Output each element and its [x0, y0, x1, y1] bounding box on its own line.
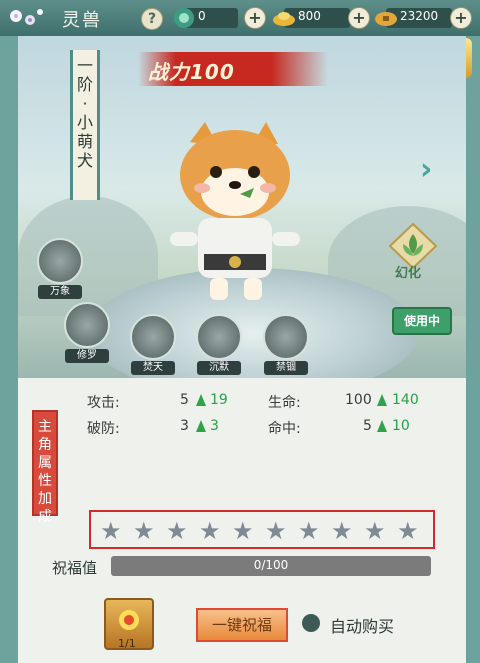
skill-slot-3[interactable]: [130, 314, 176, 360]
morph-label[interactable]: 幻化: [395, 262, 421, 281]
resource-copper: 23200 +: [374, 7, 474, 29]
stat-value: 5: [363, 418, 372, 434]
skill-label: 禁锢: [264, 361, 308, 375]
power-banner: 战力100: [138, 52, 328, 86]
add-jade-button[interactable]: +: [244, 7, 266, 29]
resource-gold: 800 +: [272, 7, 372, 29]
resource-jade: 0 +: [172, 7, 266, 29]
upgrade-arrow-icon: [377, 420, 387, 432]
upgrade-arrow-icon: [377, 394, 387, 406]
stat-next-value: 19: [210, 392, 228, 408]
one-click-bless-button[interactable]: 一键祝福: [196, 608, 288, 642]
resource-value: 800: [298, 9, 321, 23]
jade-orb-icon: [174, 8, 194, 28]
skill-slot-4[interactable]: [196, 314, 242, 360]
top-bar: 灵兽 ? 0 + 800 + 23200 +: [0, 0, 480, 38]
attribute-section-tag: 主角属性加成: [32, 410, 58, 525]
blessing-label: 祝福值: [52, 559, 98, 577]
stat-label: 攻击:: [87, 395, 120, 411]
resource-value: 0: [198, 9, 206, 23]
star-icon: ★: [298, 517, 320, 545]
star-icon: ★: [133, 517, 155, 545]
pet-name-scroll: 一阶·小萌犬: [70, 50, 100, 200]
skill-slot-2[interactable]: [64, 302, 110, 348]
stat-value: 100: [345, 392, 372, 408]
star-icon: ★: [232, 517, 254, 545]
page-title: 灵兽: [62, 10, 102, 31]
blessing-progress-bar: 0/100: [111, 556, 431, 576]
star-icon: ★: [331, 517, 353, 545]
gold-ingot-icon: [273, 12, 295, 26]
next-pet-arrow-icon[interactable]: ›: [420, 152, 432, 187]
coin-icon: [375, 12, 397, 26]
sun-charm-icon: [119, 610, 139, 630]
stat-value: 5: [180, 392, 189, 408]
add-coin-button[interactable]: +: [450, 7, 472, 29]
stat-next-value: 140: [392, 392, 419, 408]
auto-buy-radio[interactable]: [302, 614, 320, 632]
star-rating: ★ ★ ★ ★ ★ ★ ★ ★ ★ ★: [89, 510, 435, 549]
star-icon: ★: [100, 517, 122, 545]
star-icon: ★: [265, 517, 287, 545]
auto-buy-label[interactable]: 自动购买: [330, 613, 394, 637]
item-count: 1/1: [118, 637, 136, 650]
in-use-button[interactable]: 使用中: [392, 307, 452, 335]
stat-label: 生命:: [268, 395, 301, 411]
star-icon: ★: [364, 517, 386, 545]
stat-value: 3: [180, 418, 189, 434]
stat-next-value: 3: [210, 418, 219, 434]
skill-label: 修罗: [65, 349, 109, 363]
skill-label: 沉默: [197, 361, 241, 375]
star-icon: ★: [397, 517, 419, 545]
upgrade-arrow-icon: [196, 394, 206, 406]
star-icon: ★: [199, 517, 221, 545]
question-icon[interactable]: ?: [141, 8, 163, 30]
power-label: 战力100: [148, 60, 235, 84]
skill-slot-5[interactable]: [263, 314, 309, 360]
stat-label: 破防:: [87, 421, 120, 437]
star-icon: ★: [166, 517, 188, 545]
skill-slot-1[interactable]: [37, 238, 83, 284]
upgrade-arrow-icon: [196, 420, 206, 432]
attribute-section-title: 主角属性加成: [38, 419, 52, 525]
stat-next-value: 10: [392, 418, 410, 434]
skill-label: 万象: [38, 285, 82, 299]
add-gold-button[interactable]: +: [348, 7, 370, 29]
stat-label: 命中:: [268, 421, 301, 437]
flower-decoration-icon: [10, 9, 43, 25]
skill-label: 焚天: [131, 361, 175, 375]
shiba-pet-model[interactable]: [160, 120, 310, 305]
blessing-progress-text: 0/100: [253, 558, 289, 572]
resource-value: 23200: [400, 9, 439, 23]
pet-name: 一阶·小萌犬: [77, 56, 94, 170]
